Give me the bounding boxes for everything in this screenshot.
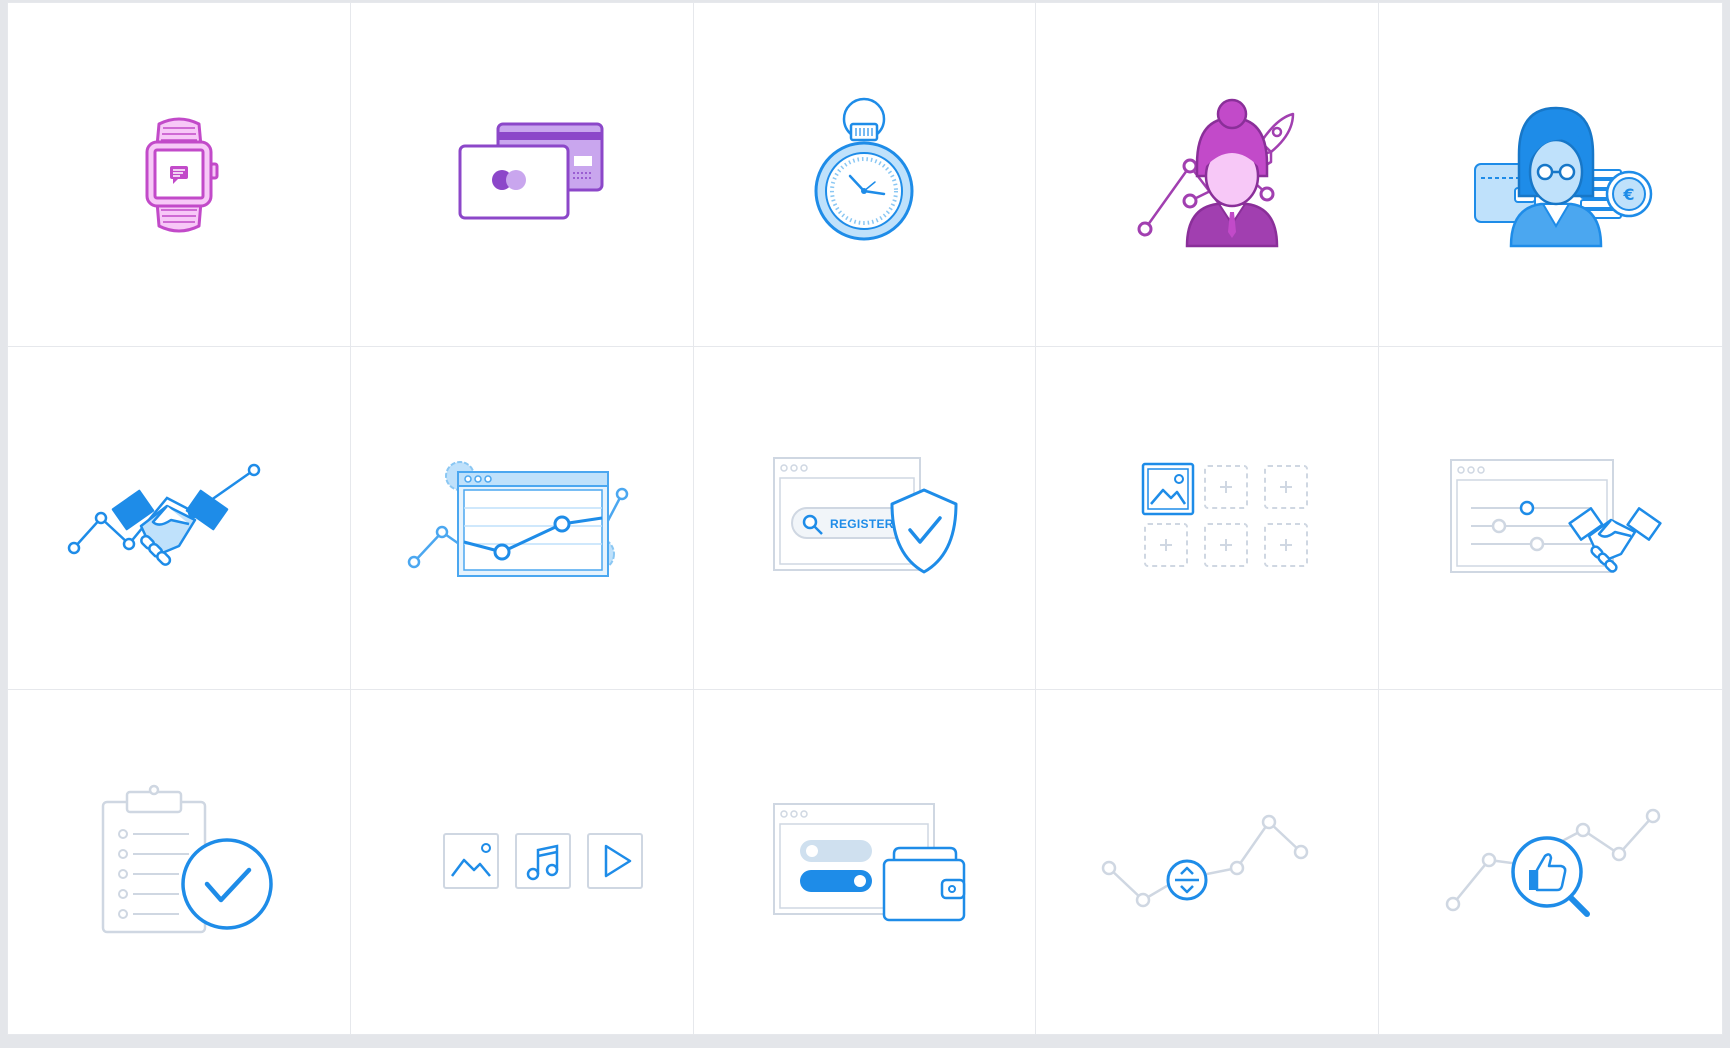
icon-cell (8, 346, 351, 691)
icon-cell (8, 690, 351, 1034)
stopwatch-icon (814, 98, 914, 241)
icon-cell (350, 346, 694, 691)
chart-scroll-control-icon (1102, 814, 1309, 908)
icon-grid: € REGISTER (7, 2, 1723, 1035)
icon-cell (350, 3, 694, 347)
icon-cell (351, 690, 694, 1034)
smartwatch-icon (145, 117, 219, 233)
clipboard-check-icon (101, 784, 273, 934)
chart-magnifier-thumbs-up-icon (1445, 808, 1660, 918)
icon-cell (1036, 3, 1380, 347)
browser-chart-gears-icon (407, 460, 628, 577)
icon-cell (1379, 690, 1722, 1034)
icon-cell (8, 3, 351, 347)
businesswoman-wallet-euro-icon: € (1473, 107, 1652, 248)
media-image-music-video-icon (442, 833, 643, 890)
icon-cell (1036, 690, 1380, 1034)
icon-cell (1379, 347, 1722, 691)
credit-cards-icon (458, 122, 604, 220)
image-upload-slots-icon (1142, 462, 1309, 567)
icon-cell (1036, 346, 1380, 691)
icon-cell: € (1379, 3, 1722, 347)
icon-cell: REGISTER (693, 346, 1037, 691)
icon-cell (693, 3, 1037, 347)
secure-registration-shield-icon: REGISTER (773, 456, 958, 574)
browser-sliders-handshake-icon (1449, 458, 1662, 573)
icon-cell (694, 690, 1037, 1034)
register-label: REGISTER (830, 517, 894, 531)
euro-symbol: € (1622, 185, 1634, 204)
browser-toggles-wallet-icon (773, 803, 966, 922)
businesswoman-growth-rocket-icon (1137, 99, 1295, 248)
handshake-chart-icon (67, 463, 261, 566)
